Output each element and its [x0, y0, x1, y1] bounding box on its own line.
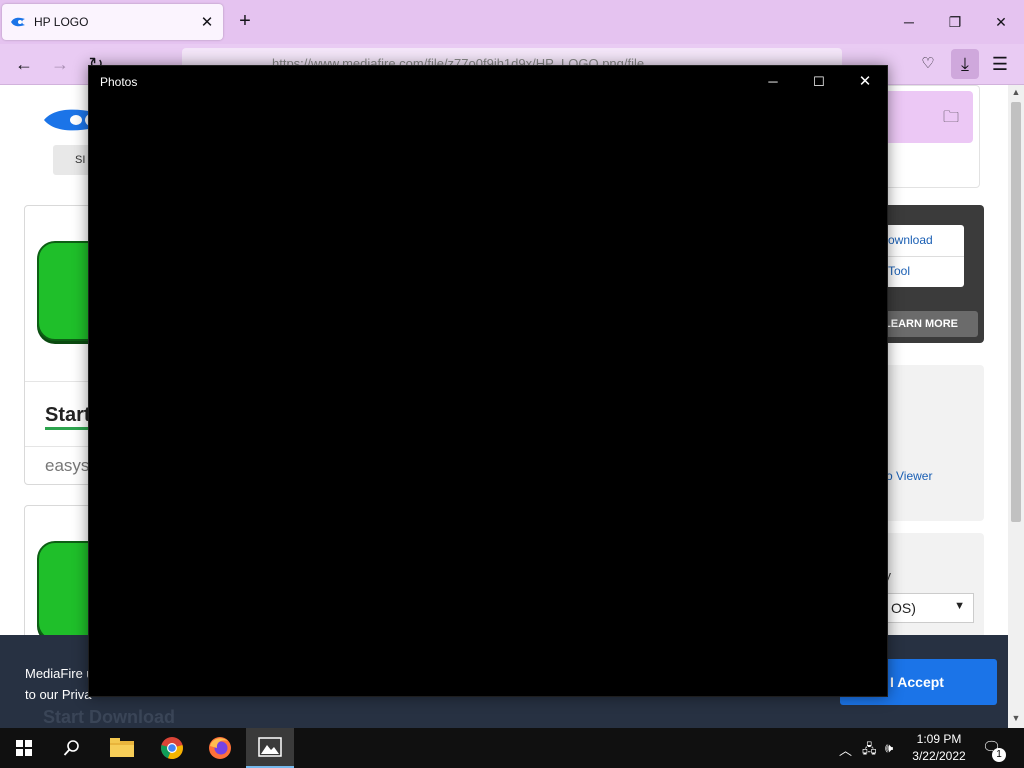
mediafire-logo-icon: [44, 109, 94, 131]
forward-icon[interactable]: →: [48, 52, 72, 76]
photos-close-icon[interactable]: ✕: [842, 66, 888, 98]
menu-icon[interactable]: ☰: [988, 52, 1012, 76]
scroll-down-icon[interactable]: ▼: [1008, 713, 1024, 723]
cookie-message: MediaFire u to our Priva: [25, 666, 94, 702]
page-scrollbar[interactable]: ▲ ▼: [1008, 85, 1024, 728]
photos-window: Photos ─ ☐ ✕: [88, 65, 888, 697]
clock-time: 1:09 PM: [916, 732, 962, 746]
downloads-icon[interactable]: ⤓: [951, 49, 979, 79]
photos-minimize-icon[interactable]: ─: [750, 66, 796, 98]
clock-date: 3/22/2022: [912, 749, 966, 763]
card1-subtext: easys: [45, 456, 90, 475]
photos-window-title: Photos: [100, 75, 138, 89]
card1-heading: Start: [45, 404, 91, 430]
scroll-thumb[interactable]: [1011, 102, 1021, 522]
close-window-icon[interactable]: ✕: [989, 10, 1013, 34]
chrome-icon[interactable]: [148, 728, 196, 768]
dropdown-caret-icon: ▼: [954, 600, 965, 612]
firefox-icon[interactable]: [196, 728, 244, 768]
network-icon[interactable]: 🖧: [862, 740, 877, 762]
restore-icon[interactable]: ❐: [943, 10, 967, 34]
browser-tab-bar: HP LOGO ✕ + ─ ❐ ✕: [0, 0, 1024, 44]
os-select-value: OS): [891, 600, 916, 616]
file-explorer-icon[interactable]: [98, 728, 146, 768]
ad-link-download[interactable]: ownload: [888, 233, 933, 247]
new-tab-button[interactable]: +: [233, 10, 257, 34]
minimize-icon[interactable]: ─: [897, 10, 921, 34]
system-clock[interactable]: 1:09 PM 3/22/2022: [905, 731, 973, 765]
ad-link-tool[interactable]: Tool: [888, 264, 910, 278]
show-hidden-icons-icon[interactable]: ︿: [839, 740, 852, 759]
ghost-heading: Start Download: [43, 707, 176, 727]
folder-icon[interactable]: 🗀: [943, 106, 959, 133]
taskbar: ︿ 🖧 🕪 1:09 PM 3/22/2022 🗨 1: [0, 728, 1024, 768]
pocket-icon[interactable]: ♡: [916, 52, 940, 76]
start-icon[interactable]: [0, 728, 48, 768]
back-icon[interactable]: ←: [12, 52, 36, 76]
learn-more-button[interactable]: LEARN MORE: [880, 311, 978, 337]
scroll-up-icon[interactable]: ▲: [1008, 87, 1024, 97]
search-icon[interactable]: [48, 728, 96, 768]
tab-title: HP LOGO: [34, 15, 89, 29]
tab-close-icon[interactable]: ✕: [199, 13, 215, 31]
tab-hp-logo[interactable]: HP LOGO ✕: [2, 4, 223, 40]
volume-icon[interactable]: 🕪: [885, 740, 893, 756]
photos-icon[interactable]: [246, 728, 294, 768]
notification-badge: 1: [992, 748, 1006, 762]
mediafire-favicon-icon: [11, 17, 25, 27]
photos-maximize-icon[interactable]: ☐: [796, 66, 842, 98]
